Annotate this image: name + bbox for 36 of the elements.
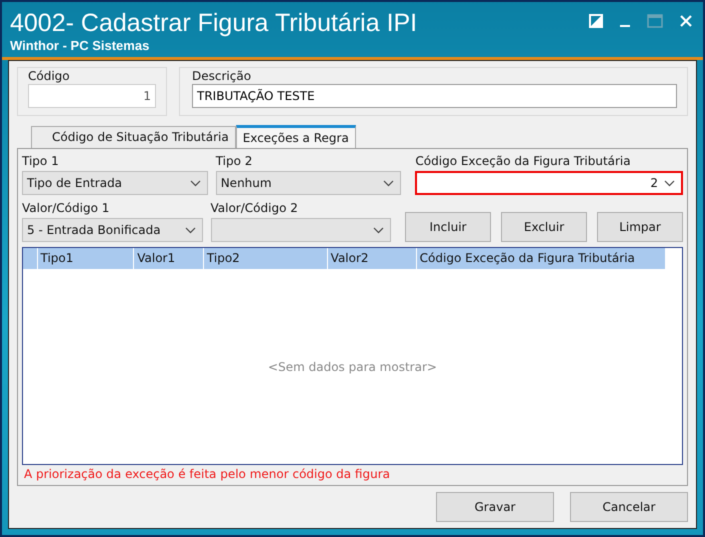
- chevron-down-icon: [383, 180, 394, 186]
- chevron-down-icon: [664, 180, 675, 186]
- description-field[interactable]: TRIBUTAÇÃO TESTE: [192, 84, 677, 108]
- column-header[interactable]: Código Exceção da Figura Tributária: [416, 248, 666, 269]
- action-button[interactable]: Limpar: [597, 212, 683, 242]
- column-header[interactable]: Tipo1: [38, 248, 134, 269]
- code-field[interactable]: 1: [28, 84, 156, 108]
- column-header[interactable]: Valor1: [134, 248, 204, 269]
- priority-note: A priorização da exceção é feita pelo menor código da figura: [23, 466, 391, 483]
- column-header[interactable]: Valor2: [328, 248, 417, 269]
- window-title: 4002- Cadastrar Figura Tributária IPI: [10, 8, 418, 38]
- action-button[interactable]: Excluir: [501, 212, 587, 242]
- chevron-down-icon: [184, 226, 196, 234]
- restore-icon[interactable]: [589, 14, 603, 28]
- window-subtitle: Winthor - PC Sistemas: [10, 38, 150, 53]
- field-label: Valor/Código 2: [210, 200, 299, 216]
- dialog-button[interactable]: Gravar: [436, 492, 554, 522]
- field-label: Tipo 2: [216, 153, 254, 169]
- field-label: Código: [28, 68, 71, 84]
- tab[interactable]: Exceções a Regra: [236, 125, 356, 148]
- type-dropdown[interactable]: Tipo de Entrada: [22, 171, 208, 195]
- type-dropdown[interactable]: Nenhum: [216, 171, 402, 195]
- field-label: Valor/Código 1: [22, 200, 110, 216]
- column-header[interactable]: Tipo2: [204, 248, 328, 269]
- field-label: Código Exceção da Figura Tributária: [415, 153, 632, 169]
- close-icon[interactable]: [679, 14, 693, 28]
- chevron-down-icon: [190, 180, 201, 186]
- tab[interactable]: Código de Situação Tributária: [31, 126, 236, 148]
- field-label: Tipo 1: [22, 153, 60, 169]
- dialog-button[interactable]: Cancelar: [570, 492, 688, 522]
- value-dropdown[interactable]: 5 - Entrada Bonificada: [22, 218, 202, 242]
- chevron-down-icon: [373, 226, 384, 234]
- action-button[interactable]: Incluir: [405, 212, 491, 242]
- empty-message: <Sem dados para mostrar>: [268, 360, 437, 374]
- exception-code-dropdown[interactable]: 2: [415, 171, 683, 195]
- field-label: Descrição: [192, 68, 252, 84]
